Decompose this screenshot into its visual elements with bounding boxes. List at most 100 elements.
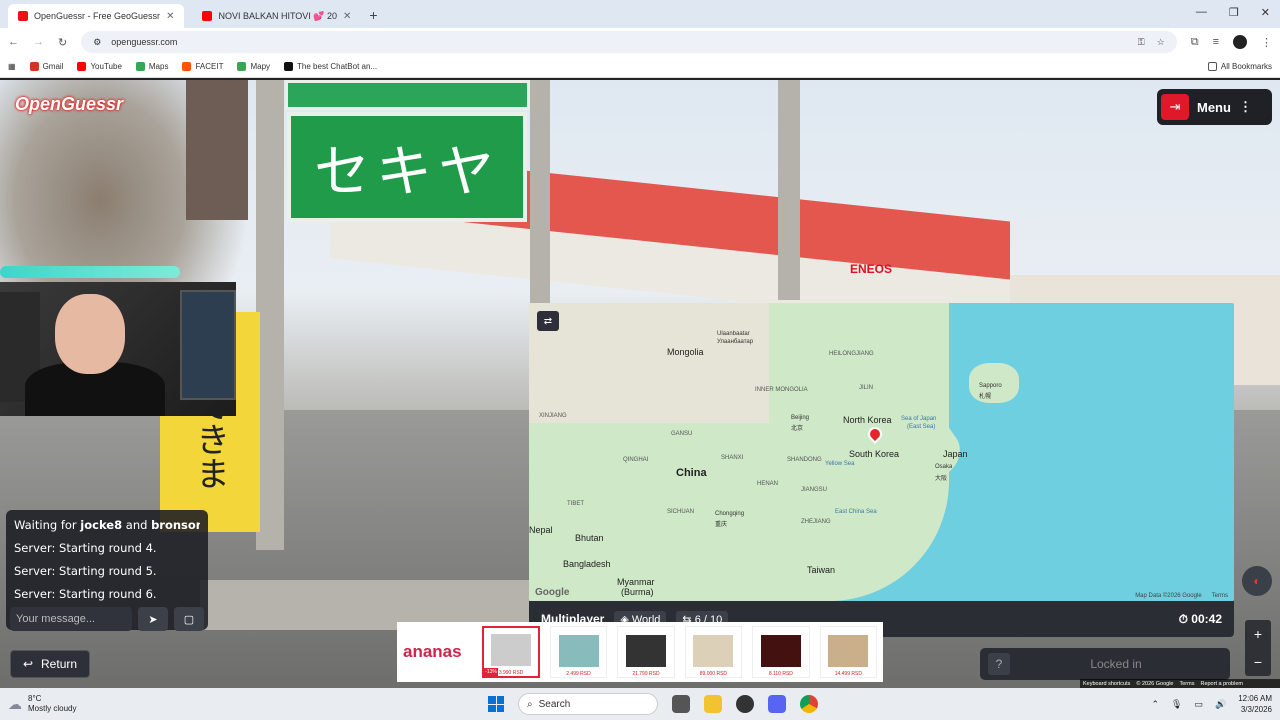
product-image (558, 635, 599, 667)
clock-time: 12:06 AM (1238, 694, 1272, 703)
send-icon[interactable]: ➤ (138, 607, 168, 631)
map-label: Chongqing (715, 511, 745, 517)
product-image (760, 635, 801, 667)
file-explorer-icon[interactable] (704, 695, 722, 713)
product-price: 89.000 RSD (699, 671, 728, 677)
browser-menu-icon[interactable]: ⋮ (1261, 36, 1272, 49)
openguessr-logo[interactable]: OpenGuessr (15, 94, 123, 115)
product-image (491, 634, 532, 666)
chat-message: Server: Starting round 5. (14, 564, 157, 578)
player-name: bronson.... (151, 518, 200, 532)
sign-pole (256, 80, 284, 550)
back-icon[interactable]: ← (8, 36, 19, 48)
password-key-icon[interactable]: ⚿ (1138, 37, 1145, 48)
ad-product[interactable]: 89.000 RSD (684, 626, 743, 678)
product-image (828, 635, 869, 667)
eneos-sign: ENEOS (850, 262, 893, 276)
product-image (693, 635, 734, 667)
extensions-icon[interactable]: ⧉ (1191, 36, 1199, 49)
tab-youtube[interactable]: NOVI BALKAN HITOVI 💕 20 ✕ (192, 4, 361, 28)
street-view-panorama[interactable]: ENEOS セキヤ 払できま OpenGuessr ⇥ Menu ⋮ Mongo… (0, 80, 1280, 688)
new-tab-icon[interactable]: + (369, 7, 377, 23)
task-view-icon[interactable] (672, 695, 690, 713)
ad-product[interactable]: 21.799 RSD (617, 626, 675, 678)
bookmark-label: YouTube (90, 62, 122, 71)
cloud-icon: ☁ (8, 695, 22, 712)
youtube-icon (77, 62, 87, 71)
map-label: 北京 (791, 426, 804, 432)
volume-icon[interactable]: 🔊 (1215, 699, 1226, 710)
zoom-out-icon[interactable]: − (1254, 654, 1262, 670)
product-price: 3.990 RSD (498, 670, 524, 676)
profile-avatar[interactable] (1233, 35, 1247, 49)
chrome-icon[interactable] (800, 695, 818, 713)
windows-taskbar: ☁ 8°C Mostly cloudy ⌕ Search ⌃ 🎙 ▭ 🔊 12:… (0, 688, 1280, 720)
youtube-favicon-icon (202, 11, 213, 21)
map-label: SHANDONG (787, 457, 822, 463)
browser-toolbar: ← → ↻ ⚙ openguessr.com ⚿ ☆ ⧉ ≡ ⋮ (0, 28, 1280, 56)
steam-icon[interactable] (736, 695, 754, 713)
minimize-icon[interactable]: — (1196, 6, 1207, 19)
ad-product[interactable]: -13% 3.990 RSD (482, 626, 540, 678)
map-label: XINJIANG (539, 413, 567, 419)
ad-product[interactable]: 14.499 RSD (819, 626, 878, 678)
advertisement-banner[interactable]: ananas -13% 3.990 RSD 2.499 RSD 21.799 RS… (397, 622, 883, 682)
webcam-overlay (0, 282, 236, 416)
terms-link[interactable]: Terms (1179, 681, 1194, 687)
map-settings-icon[interactable]: ⇄ (537, 311, 559, 331)
weather-widget[interactable]: ☁ 8°C Mostly cloudy (8, 694, 188, 714)
ad-product[interactable]: 2.499 RSD (549, 626, 608, 678)
streamer-face (55, 294, 125, 374)
bookmark-mapy[interactable]: Mapy (237, 62, 270, 71)
menu-button[interactable]: Menu ⋮ (1197, 99, 1252, 115)
bookmark-faceit[interactable]: FACEIT (182, 62, 223, 71)
help-icon[interactable]: ? (988, 653, 1010, 675)
site-info-icon[interactable]: ⚙ (93, 37, 101, 48)
close-window-icon[interactable]: ✕ (1261, 6, 1270, 19)
chatbot-icon (284, 62, 294, 71)
all-bookmarks[interactable]: All Bookmarks (1207, 62, 1272, 71)
guess-map[interactable]: Mongolia Ulaanbaatar Улаанбаатар HEILONG… (529, 303, 1234, 601)
bookmark-chatbot[interactable]: The best ChatBot an... (284, 62, 377, 71)
reload-icon[interactable]: ↻ (58, 36, 67, 49)
map-label: North Korea (843, 415, 892, 425)
keyboard-shortcuts-link[interactable]: Keyboard shortcuts (1083, 681, 1130, 687)
tab-openguessr[interactable]: OpenGuessr - Free GeoGuessr ✕ (8, 4, 185, 28)
bookmark-maps[interactable]: Maps (135, 62, 168, 71)
bookmark-star-icon[interactable]: ☆ (1157, 37, 1165, 48)
report-problem-link[interactable]: Report a problem (1200, 681, 1243, 687)
player-name: jocke8 (80, 518, 123, 532)
map-label: 重庆 (715, 522, 728, 528)
clock-date: 3/3/2026 (1240, 705, 1272, 714)
network-icon[interactable]: ▭ (1194, 699, 1203, 710)
zoom-in-icon[interactable]: + (1254, 626, 1262, 642)
map-label: Nepal (529, 525, 553, 535)
reading-list-icon[interactable]: ≡ (1213, 36, 1219, 48)
chat-toggle-icon[interactable]: ▢ (174, 607, 204, 631)
discount-badge: -13% (484, 668, 498, 676)
ad-product[interactable]: 8.110 RSD (752, 626, 810, 678)
restore-icon[interactable]: ❐ (1229, 6, 1239, 19)
clock[interactable]: 12:06 AM 3/3/2026 (1238, 693, 1272, 715)
discord-icon[interactable] (768, 695, 786, 713)
map-terms-link[interactable]: Terms (1212, 593, 1228, 599)
bookmark-youtube[interactable]: YouTube (77, 62, 122, 71)
microphone-icon[interactable]: 🎙 (1171, 699, 1182, 710)
exit-game-icon[interactable]: ⇥ (1161, 94, 1189, 120)
return-arrow-icon: ↩ (22, 657, 34, 671)
address-bar[interactable]: ⚙ openguessr.com ⚿ ☆ (81, 31, 1177, 53)
close-tab-icon[interactable]: ✕ (166, 11, 174, 22)
bookmark-gmail[interactable]: Gmail (29, 62, 63, 71)
compass-icon[interactable]: ◐ (1242, 566, 1272, 596)
forward-icon[interactable]: → (33, 36, 44, 48)
tray-overflow-icon[interactable]: ⌃ (1151, 699, 1159, 710)
chat-message-input[interactable]: Your message... (10, 607, 132, 631)
return-button[interactable]: ↩ Return (10, 650, 90, 678)
return-label: Return (41, 657, 78, 671)
maps-icon (135, 62, 145, 71)
close-tab-icon[interactable]: ✕ (343, 11, 351, 22)
windows-start-icon[interactable] (488, 696, 504, 712)
taskbar-search[interactable]: ⌕ Search (518, 693, 658, 715)
apps-grid-icon[interactable]: ▦ (8, 62, 16, 71)
price-board (186, 80, 248, 220)
